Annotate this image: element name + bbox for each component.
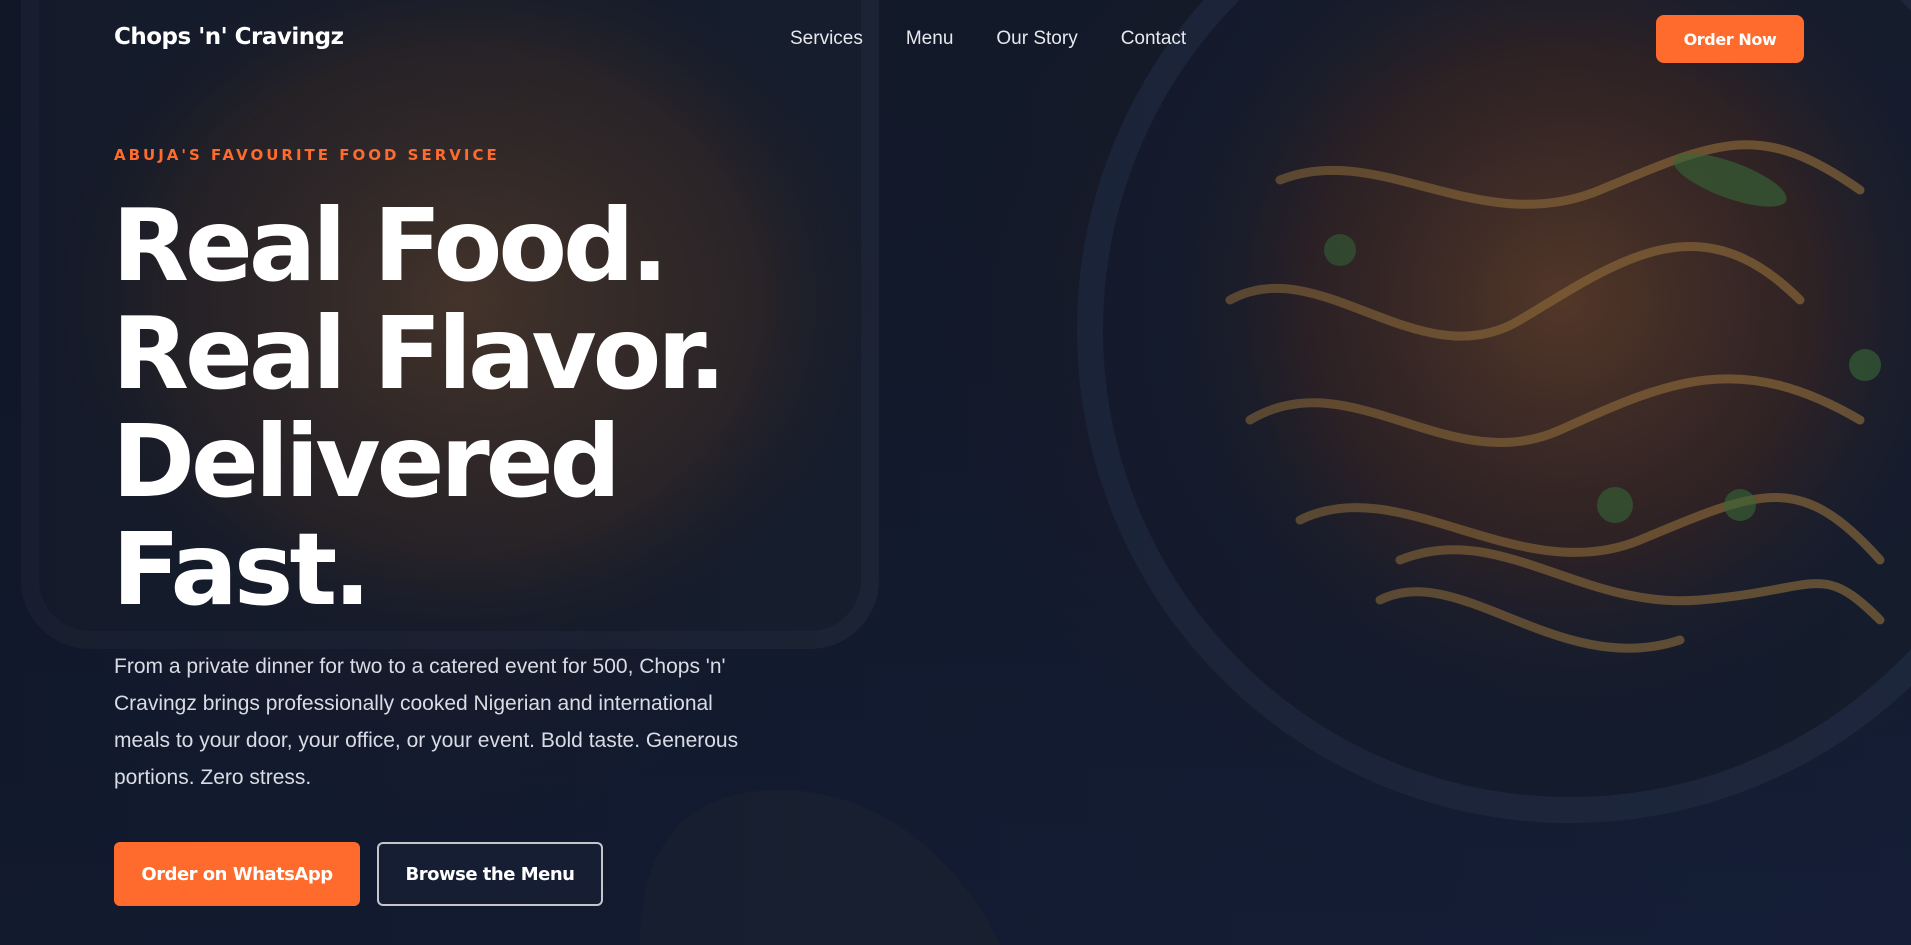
nav-link-services[interactable]: Services (790, 28, 863, 50)
order-on-whatsapp-button[interactable]: Order on WhatsApp (114, 842, 360, 906)
nav-link-contact[interactable]: Contact (1121, 28, 1186, 50)
nav-links: Services Menu Our Story Contact (790, 28, 1229, 50)
top-navigation: Chops 'n' Cravingz Services Menu Our Sto… (0, 0, 1911, 80)
headline-line-1: Real Food. (112, 187, 669, 304)
headline-line-4: Fast. (112, 511, 371, 628)
hero-eyebrow: ABUJA'S FAVOURITE FOOD SERVICE (114, 146, 500, 164)
brand-logo[interactable]: Chops 'n' Cravingz (114, 24, 344, 50)
headline-line-3: Delivered (112, 403, 621, 520)
nav-link-our-story[interactable]: Our Story (996, 28, 1077, 50)
hero-headline: Real Food. Real Flavor. Delivered Fast. (112, 187, 726, 628)
hero-description: From a private dinner for two to a cater… (114, 655, 739, 789)
nav-link-menu[interactable]: Menu (906, 28, 954, 50)
hero-section: Chops 'n' Cravingz Services Menu Our Sto… (0, 0, 1911, 945)
order-now-button[interactable]: Order Now (1656, 15, 1804, 63)
browse-menu-button[interactable]: Browse the Menu (377, 842, 603, 906)
headline-line-2: Real Flavor. (112, 295, 726, 412)
